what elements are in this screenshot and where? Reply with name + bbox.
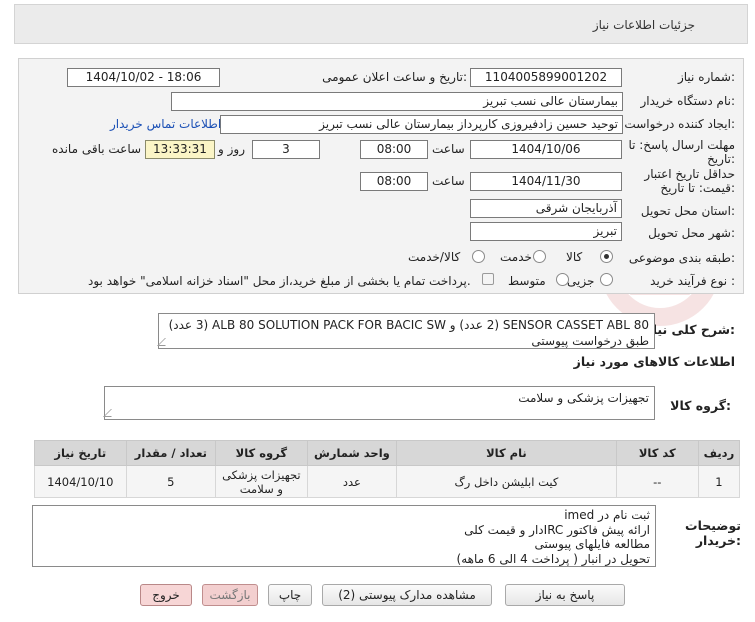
- buyer-org-field: بیمارستان عالی نسب تبریز: [171, 92, 623, 111]
- exit-button[interactable]: خروج: [140, 584, 192, 606]
- goods-group-textarea[interactable]: تجهیزات پزشکی و سلامت: [103, 386, 655, 420]
- description-textarea[interactable]: SENSOR CASSET ABL 80 (2 عدد) و ALB 80 SO…: [157, 313, 655, 349]
- treasury-checkbox-label: پرداخت تمام یا بخشی از مبلغ خرید،از محل …: [88, 274, 471, 288]
- goods-group-text: تجهیزات پزشکی و سلامت: [518, 391, 649, 405]
- header-panel: جزئیات اطلاعات نیاز: [14, 4, 748, 44]
- remaining-days-field: 3: [252, 140, 320, 159]
- view-attachments-button[interactable]: مشاهده مدارک پیوستی (2): [322, 584, 492, 606]
- description-text: SENSOR CASSET ABL 80 (2 عدد) و ALB 80 SO…: [168, 318, 649, 348]
- price-validity-label-2: قیمت: تا تاریخ:: [660, 181, 735, 195]
- price-validity-time-field: 08:00: [360, 172, 428, 191]
- items-table: ردیف کد کالا نام کالا واحد شمارش گروه کا…: [34, 440, 741, 498]
- table-row[interactable]: 1 -- کیت ابلیشن داخل رگ عدد تجهیزات پزشک…: [34, 465, 741, 498]
- col-unit: واحد شمارش: [306, 440, 398, 466]
- remaining-time-field: 13:33:31: [145, 140, 215, 159]
- goods-group-label: گروه کالا:: [670, 398, 731, 413]
- col-goods-group: گروه کالا: [215, 440, 308, 466]
- reply-deadline-label: مهلت ارسال پاسخ: تا: [628, 138, 735, 152]
- days-label: روز و: [218, 142, 245, 156]
- need-number-label: شماره نیاز:: [677, 70, 735, 84]
- buyer-org-label: نام دستگاه خریدار:: [640, 94, 736, 108]
- buyer-contact-link[interactable]: اطلاعات تماس خریدار: [110, 117, 221, 131]
- cell-quantity: 5: [125, 465, 217, 498]
- buyer-notes-line: ثبت نام در imed: [564, 508, 650, 522]
- col-item-code: کد کالا: [615, 440, 699, 466]
- col-quantity: تعداد / مقدار: [125, 440, 217, 466]
- purchase-radio-medium[interactable]: [556, 273, 569, 286]
- buyer-notes-line: تحویل در انبار ( پرداخت 4 الی 6 ماهه): [456, 551, 650, 566]
- category-option-service: خدمت: [500, 250, 532, 264]
- purchase-type-label: نوع فرآیند خرید :: [650, 274, 735, 288]
- cell-item-code: --: [615, 465, 699, 498]
- price-time-label: ساعت: [432, 174, 465, 188]
- col-row-number: ردیف: [697, 440, 741, 466]
- city-field: تبریز: [470, 222, 622, 241]
- description-label: شرح کلی نیاز:: [645, 322, 736, 337]
- buyer-notes-label-2: خریدار:: [695, 533, 741, 548]
- back-button[interactable]: بازگشت: [202, 584, 258, 606]
- announce-datetime-label: تاریخ و ساعت اعلان عمومی:: [322, 70, 467, 84]
- buyer-notes-line: ارائه پیش فاکتور IRCدار و قیمت کلی: [464, 522, 650, 537]
- reply-time-label: ساعت: [432, 142, 465, 156]
- buyer-notes-textarea[interactable]: ثبت نام در imed ارائه پیش فاکتور IRCدار …: [32, 505, 656, 567]
- reply-deadline-label-2: تاریخ:: [707, 152, 735, 166]
- cell-goods-group: تجهیزات پزشکی و سلامت: [215, 465, 308, 498]
- resize-grip-icon: [103, 409, 119, 417]
- reply-deadline-date-field: 1404/10/06: [470, 140, 622, 159]
- requester-field: توحید حسین زادفیروزی کارپرداز بیمارستان …: [220, 115, 623, 134]
- treasury-checkbox[interactable]: [482, 273, 494, 285]
- cell-row-number: 1: [697, 465, 741, 498]
- category-option-goods: کالا: [566, 250, 583, 264]
- category-option-goods-service: کالا/خدمت: [408, 250, 461, 264]
- category-radio-service[interactable]: [533, 250, 546, 263]
- buyer-notes-label: توضیحات: [685, 518, 741, 533]
- purchase-radio-minor[interactable]: [600, 273, 613, 286]
- city-label: شهر محل تحویل:: [648, 226, 735, 240]
- category-radio-goods[interactable]: [600, 250, 613, 263]
- remaining-time-label: ساعت باقی مانده: [52, 142, 142, 156]
- goods-info-title: اطلاعات کالاهای مورد نیاز: [573, 354, 735, 369]
- cell-unit: عدد: [306, 465, 398, 498]
- announce-datetime-field: 1404/10/02 - 18:06: [67, 68, 220, 87]
- purchase-option-minor: جزیی: [567, 274, 595, 288]
- category-label: طبقه بندی موضوعی:: [628, 251, 735, 265]
- cell-item-name: کیت ابلیشن داخل رگ: [396, 465, 617, 498]
- col-item-name: نام کالا: [396, 440, 617, 466]
- province-field: آذربایجان شرقی: [470, 199, 622, 218]
- reply-deadline-time-field: 08:00: [360, 140, 428, 159]
- resize-grip-icon: [157, 338, 173, 346]
- province-label: استان محل تحویل:: [640, 204, 735, 218]
- category-radio-goods-service[interactable]: [472, 250, 485, 263]
- cell-need-date: 1404/10/10: [34, 465, 127, 498]
- print-button[interactable]: چاپ: [268, 584, 312, 606]
- buyer-notes-line: مطالعه فایلهای پیوستی: [534, 537, 650, 551]
- price-validity-date-field: 1404/11/30: [470, 172, 622, 191]
- col-need-date: تاریخ نیاز: [34, 440, 127, 466]
- requester-label: ایجاد کننده درخواست:: [624, 117, 735, 131]
- purchase-option-medium: متوسط: [508, 274, 546, 288]
- need-number-field: 1104005899001202: [470, 68, 622, 87]
- price-validity-label: حداقل تاریخ اعتبار: [644, 167, 735, 181]
- reply-button[interactable]: پاسخ به نیاز: [505, 584, 625, 606]
- table-header-row: ردیف کد کالا نام کالا واحد شمارش گروه کا…: [34, 440, 741, 466]
- page-title: جزئیات اطلاعات نیاز: [592, 18, 695, 32]
